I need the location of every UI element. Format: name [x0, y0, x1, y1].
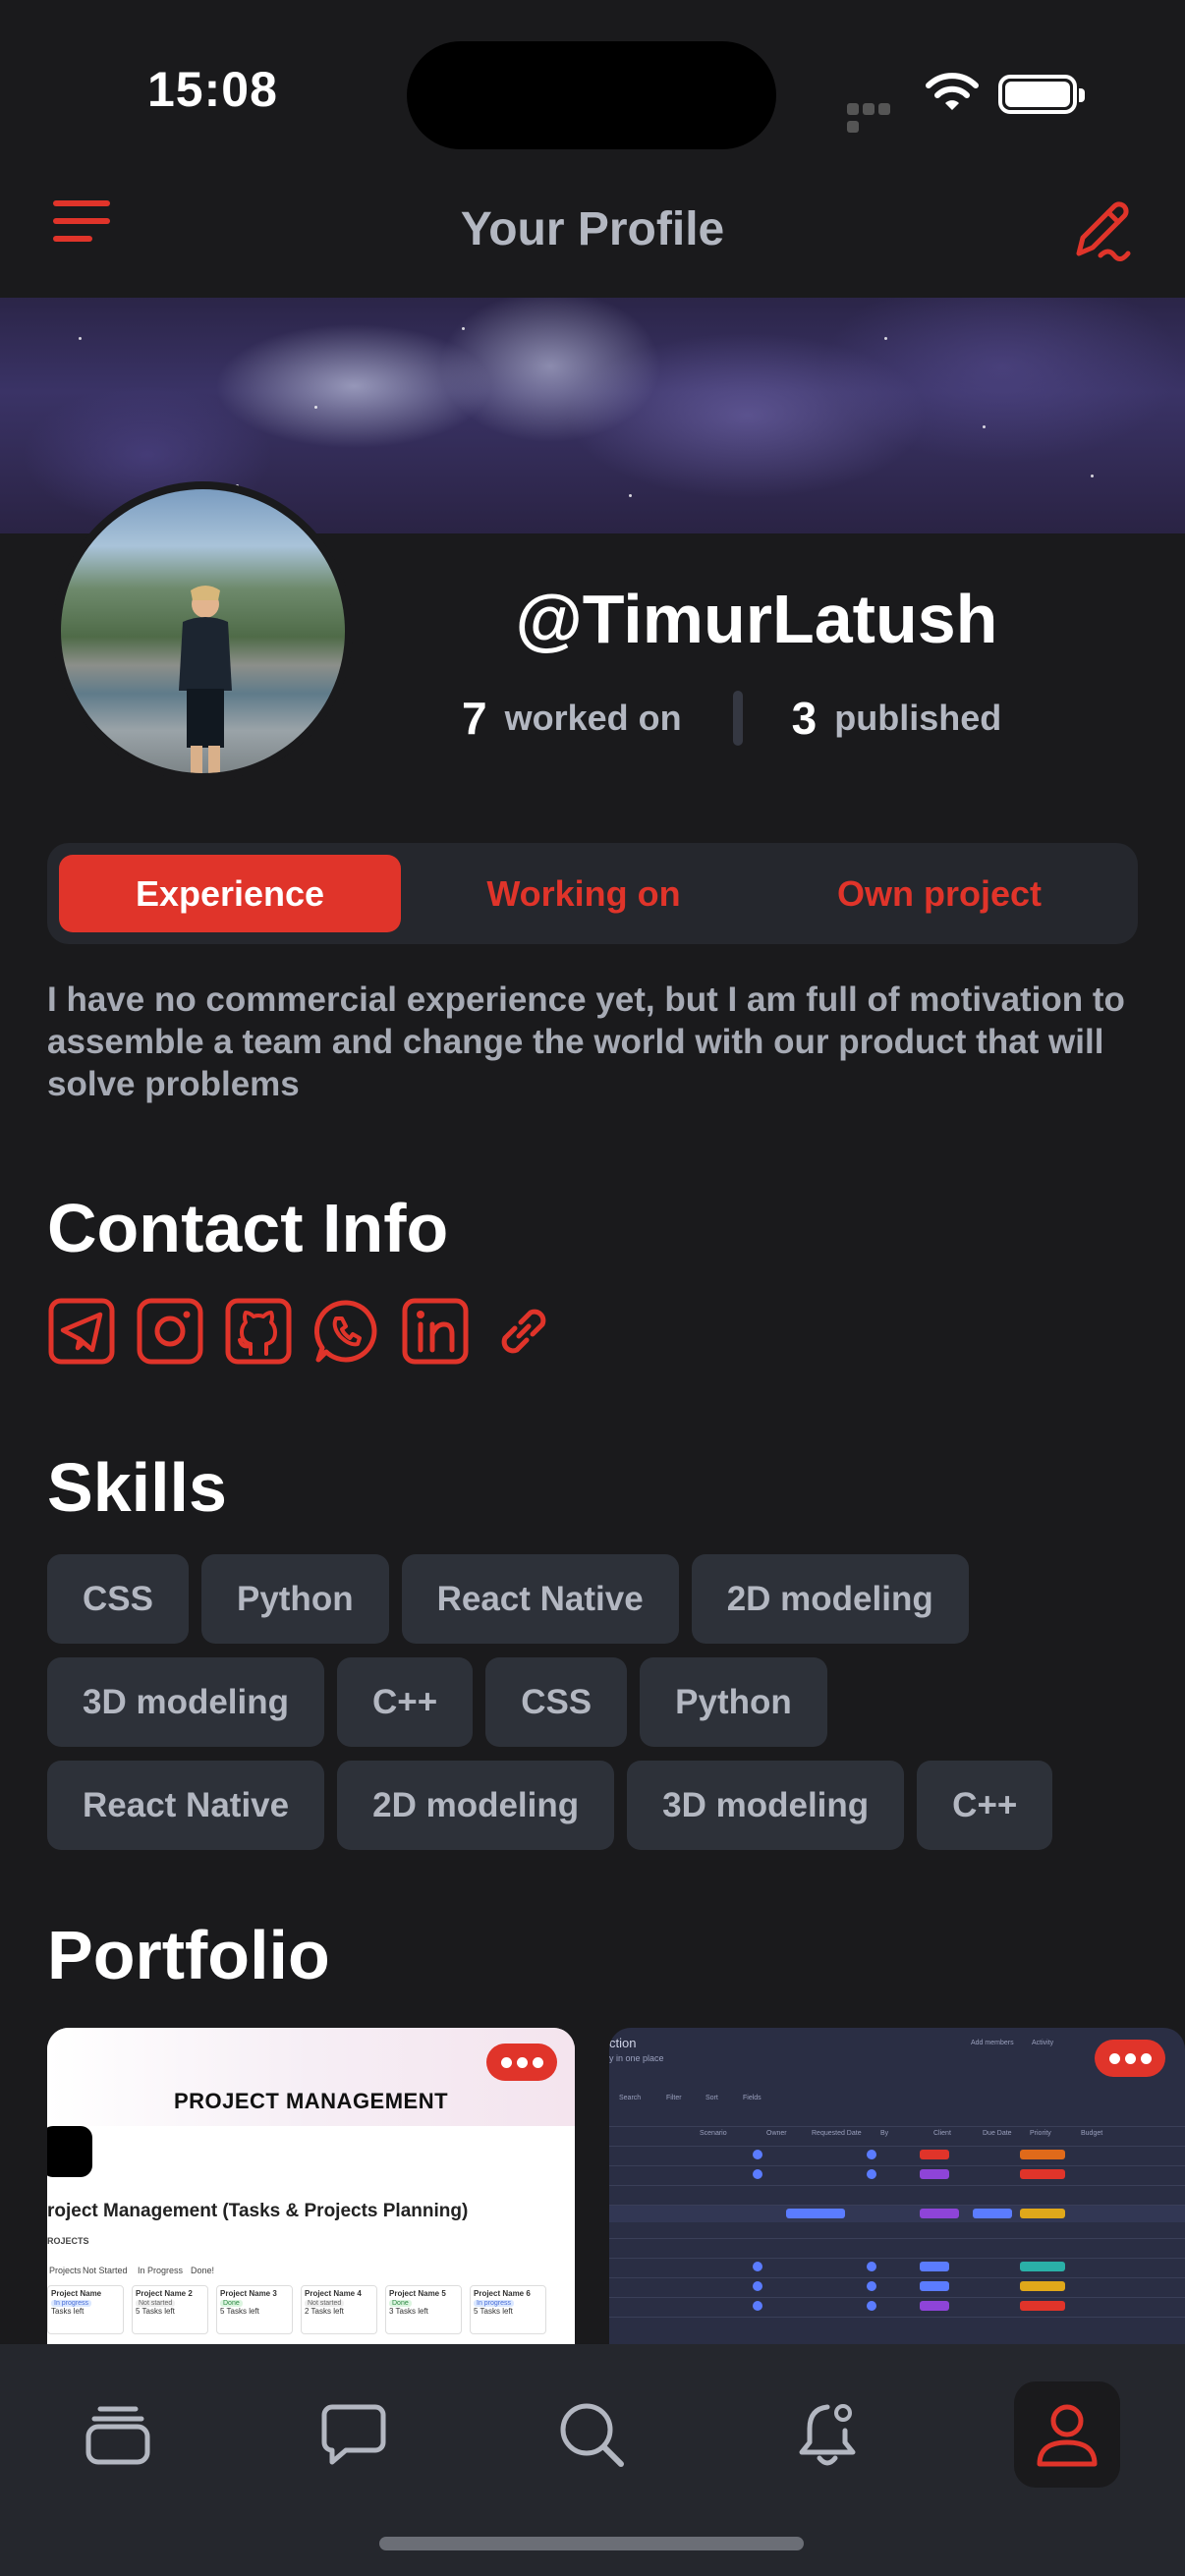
edit-profile-button[interactable] — [1067, 196, 1136, 265]
chat-bubble-icon — [321, 2404, 386, 2465]
card-subtitle: roject Management (Tasks & Projects Plan… — [47, 2201, 469, 2221]
avatar-photo — [61, 489, 345, 773]
skill-chip[interactable]: 2D modeling — [337, 1761, 615, 1850]
skill-chip[interactable]: 2D modeling — [691, 1554, 969, 1644]
wifi-icon — [926, 73, 979, 110]
column-header: Due Date — [983, 2130, 1012, 2137]
status-bar: 15:08 — [0, 0, 1185, 177]
tab-notifications[interactable] — [774, 2381, 880, 2488]
skill-chip[interactable]: 3D modeling — [627, 1761, 905, 1850]
portfolio-card[interactable]: ction y in one place Add members Activit… — [609, 2028, 1185, 2344]
card-section-label: ROJECTS — [47, 2236, 89, 2246]
home-indicator[interactable] — [379, 2537, 804, 2550]
activity-label: Activity — [1032, 2040, 1054, 2046]
page-icon — [47, 2126, 92, 2177]
stats-divider — [732, 691, 743, 746]
whatsapp-icon[interactable] — [312, 1297, 381, 1366]
cellular-signal-icon — [847, 102, 908, 133]
dynamic-island — [407, 41, 776, 149]
project-cell: Project Name 3 Done 5 Tasks left — [216, 2285, 293, 2334]
instagram-icon[interactable] — [136, 1297, 204, 1366]
avatar[interactable] — [53, 481, 353, 781]
tab-experience[interactable]: Experience — [59, 855, 401, 932]
more-dots-icon — [1108, 2052, 1120, 2064]
portfolio-title: Portfolio — [47, 1917, 330, 1993]
column-header: Budget — [1081, 2130, 1103, 2137]
github-icon[interactable] — [224, 1297, 293, 1366]
portfolio-card[interactable]: PROJECT MANAGEMENT roject Management (Ta… — [47, 2028, 575, 2344]
column-header: Client — [933, 2130, 951, 2137]
project-cell: Project Name 6 In progress 5 Tasks left — [470, 2285, 546, 2334]
column-header: Scenario — [700, 2130, 727, 2137]
bio-text: I have no commercial experience yet, but… — [47, 980, 1125, 1103]
projects-board: Project Name In progress Tasks left Projec… — [47, 2285, 575, 2334]
filter-tab: Not Started — [83, 2266, 128, 2275]
status-time: 15:08 — [147, 62, 278, 117]
tab-own-project[interactable]: Own project — [768, 855, 1110, 932]
project-cell: Project Name 2 Not started 5 Tasks left — [132, 2285, 208, 2334]
page-title: Your Profile — [460, 203, 725, 255]
tab-profile[interactable] — [1014, 2381, 1120, 2488]
column-header: Owner — [766, 2130, 787, 2137]
projects-stack-icon — [85, 2406, 150, 2465]
worked-on-label: worked on — [504, 698, 682, 738]
skill-chip[interactable]: Python — [200, 1554, 389, 1644]
person-figure — [179, 586, 232, 773]
contact-links — [47, 1297, 578, 1366]
skill-chip[interactable]: React Native — [401, 1554, 679, 1644]
notification-bell-icon — [799, 2404, 856, 2466]
worked-on-count: 7 — [462, 693, 487, 744]
filter-tab: Projects — [49, 2266, 82, 2275]
pencil-icon — [1076, 201, 1131, 261]
tab-search[interactable] — [538, 2381, 645, 2488]
toolbar-search: Search — [619, 2095, 642, 2101]
skill-chip[interactable]: React Native — [47, 1761, 325, 1850]
card-more-button[interactable] — [1095, 2040, 1165, 2077]
skills-list: CSS Python React Native 2D modeling 3D m… — [47, 1554, 1148, 1864]
skill-chip[interactable]: 3D modeling — [47, 1657, 325, 1747]
toolbar-sort: Sort — [705, 2095, 718, 2101]
skill-chip[interactable]: C++ — [917, 1761, 1053, 1850]
add-members-label: Add members — [971, 2040, 1014, 2046]
tab-projects[interactable] — [65, 2381, 171, 2488]
search-icon — [560, 2403, 624, 2467]
tab-working-on[interactable]: Working on — [413, 855, 755, 932]
portfolio-carousel[interactable]: PROJECT MANAGEMENT roject Management (Ta… — [47, 2028, 1185, 2344]
profile-stats: 7 worked on 3 published — [462, 688, 1001, 749]
profile-icon — [1037, 2404, 1098, 2467]
contact-info-title: Contact Info — [47, 1190, 449, 1266]
skill-chip[interactable]: C++ — [337, 1657, 474, 1747]
battery-icon — [998, 75, 1085, 114]
project-cell: Project Name 5 Done 3 Tasks left — [385, 2285, 462, 2334]
card-heading: ction — [609, 2036, 637, 2050]
column-header: Priority — [1030, 2130, 1051, 2137]
published-label: published — [834, 698, 1002, 738]
published-count: 3 — [791, 693, 818, 744]
linkedin-icon[interactable] — [401, 1297, 470, 1366]
column-header: By — [880, 2130, 889, 2137]
toolbar-filter: Filter — [666, 2095, 682, 2101]
skill-chip[interactable]: CSS — [485, 1657, 628, 1747]
column-header: Requested Date — [812, 2130, 862, 2137]
profile-tabs: Experience Working on Own project — [47, 843, 1138, 944]
link-icon[interactable] — [489, 1297, 558, 1366]
telegram-icon[interactable] — [47, 1297, 116, 1366]
more-dots-icon — [500, 2056, 512, 2068]
tab-chat[interactable] — [301, 2381, 407, 2488]
card-banner-title: PROJECT MANAGEMENT — [173, 2089, 449, 2113]
username: @TimurLatush — [515, 581, 998, 657]
skill-chip[interactable]: Python — [640, 1657, 827, 1747]
filter-tab: Done! — [191, 2266, 215, 2275]
card-subheading: y in one place — [609, 2053, 664, 2063]
skills-title: Skills — [47, 1449, 227, 1526]
card-more-button[interactable] — [486, 2044, 557, 2081]
project-cell: Project Name In progress Tasks left — [47, 2285, 124, 2334]
toolbar-fields: Fields — [743, 2095, 762, 2101]
skill-chip[interactable]: CSS — [47, 1554, 189, 1644]
filter-tab: In Progress — [138, 2266, 184, 2275]
project-cell: Project Name 4 Not started 2 Tasks left — [301, 2285, 377, 2334]
